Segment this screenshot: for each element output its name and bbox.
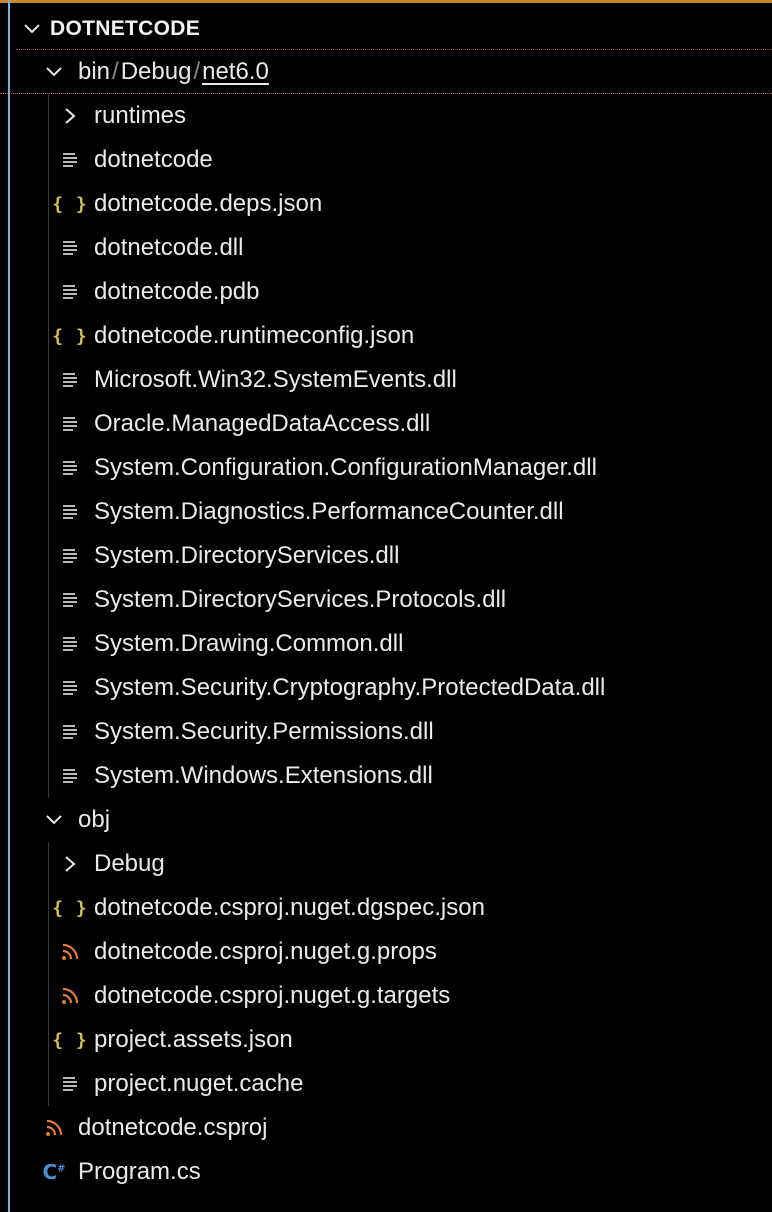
rss-icon: [56, 982, 84, 1010]
file-tree: bin/Debug/net6.0 runtimes dotnetcode{ } do…: [0, 50, 772, 1194]
tree-file[interactable]: System.Configuration.ConfigurationManage…: [0, 446, 772, 490]
file-lines-icon: [56, 410, 84, 438]
tree-item-label: System.Security.Permissions.dll: [94, 718, 434, 745]
explorer-section-header[interactable]: DOTNETCODE: [16, 8, 772, 50]
chevron-down-icon[interactable]: [40, 806, 68, 834]
panel-focus-border: [0, 0, 772, 3]
tree-item-label: System.Drawing.Common.dll: [94, 630, 404, 657]
rss-icon: [40, 1114, 68, 1142]
tree-row-bin-debug-net6[interactable]: bin/Debug/net6.0: [0, 50, 772, 94]
tree-file[interactable]: dotnetcode.csproj: [0, 1106, 772, 1150]
json-braces-icon: { }: [52, 1029, 88, 1051]
tree-item-label: Debug: [94, 850, 165, 877]
tree-row-obj[interactable]: obj: [0, 798, 772, 842]
file-lines-icon: [56, 718, 84, 746]
tree-file[interactable]: dotnetcode.pdb: [0, 270, 772, 314]
tree-file[interactable]: System.Security.Cryptography.ProtectedDa…: [0, 666, 772, 710]
file-lines-icon: [56, 366, 84, 394]
tree-item-label: System.Configuration.ConfigurationManage…: [94, 454, 597, 481]
tree-file[interactable]: { } project.assets.json: [0, 1018, 772, 1062]
bin-items-group: runtimes dotnetcode { } dotnetcode.deps.jso…: [0, 94, 772, 798]
json-braces-icon: { }: [52, 325, 88, 347]
tree-folder[interactable]: runtimes: [0, 94, 772, 138]
file-lines-icon: [56, 278, 84, 306]
tree-item-label: System.Security.Cryptography.ProtectedDa…: [94, 674, 606, 701]
tree-file[interactable]: dotnetcode: [0, 138, 772, 182]
explorer-panel: DOTNETCODE bin/Debug/net6.0 runtimes dotn…: [0, 0, 772, 1212]
tree-file[interactable]: Microsoft.Win32.SystemEvents.dll: [0, 358, 772, 402]
tree-item-label: Oracle.ManagedDataAccess.dll: [94, 410, 431, 437]
obj-items-group: Debug { } dotnetcode.csproj.nuget.dgspec.j…: [0, 842, 772, 1106]
rss-icon: [56, 938, 84, 966]
tree-file[interactable]: { } dotnetcode.runtimeconfig.json: [0, 314, 772, 358]
tree-item-label: project.nuget.cache: [94, 1070, 304, 1097]
tree-file[interactable]: System.Security.Permissions.dll: [0, 710, 772, 754]
tree-file[interactable]: System.Drawing.Common.dll: [0, 622, 772, 666]
json-braces-icon: { }: [52, 897, 88, 919]
breadcrumb-part-debug[interactable]: Debug: [121, 58, 192, 85]
breadcrumb-separator: /: [112, 58, 119, 85]
tree-item-label: dotnetcode: [94, 146, 213, 173]
tree-item-label: System.Windows.Extensions.dll: [94, 762, 433, 789]
tree-file[interactable]: System.DirectoryServices.Protocols.dll: [0, 578, 772, 622]
tree-file[interactable]: dotnetcode.dll: [0, 226, 772, 270]
tree-item-label: System.DirectoryServices.dll: [94, 542, 400, 569]
folder-label-obj: obj: [78, 806, 111, 833]
tree-item-label: System.Diagnostics.PerformanceCounter.dl…: [94, 498, 564, 525]
breadcrumb-separator: /: [193, 58, 201, 85]
tree-file[interactable]: Oracle.ManagedDataAccess.dll: [0, 402, 772, 446]
tree-item-label: project.assets.json: [94, 1026, 293, 1053]
tree-folder[interactable]: Debug: [0, 842, 772, 886]
tree-item-label: Microsoft.Win32.SystemEvents.dll: [94, 366, 457, 393]
tree-item-label: dotnetcode.runtimeconfig.json: [94, 322, 415, 349]
breadcrumb: bin/Debug/net6.0: [78, 50, 269, 94]
section-title: DOTNETCODE: [50, 16, 200, 40]
tree-item-label: dotnetcode.csproj: [78, 1114, 268, 1141]
tree-item-label: dotnetcode.deps.json: [94, 190, 323, 217]
chevron-right-icon[interactable]: [56, 102, 84, 130]
file-lines-icon: [56, 586, 84, 614]
file-lines-icon: [56, 630, 84, 658]
file-lines-icon: [56, 498, 84, 526]
tree-file[interactable]: project.nuget.cache: [0, 1062, 772, 1106]
tree-file[interactable]: dotnetcode.csproj.nuget.g.targets: [0, 974, 772, 1018]
json-braces-icon: { }: [52, 193, 88, 215]
tree-file[interactable]: System.Windows.Extensions.dll: [0, 754, 772, 798]
tree-item-label: dotnetcode.csproj.nuget.g.props: [94, 938, 437, 965]
tree-file[interactable]: dotnetcode.csproj.nuget.g.props: [0, 930, 772, 974]
tree-item-label: dotnetcode.csproj.nuget.g.targets: [94, 982, 451, 1009]
file-lines-icon: [56, 1070, 84, 1098]
file-lines-icon: [56, 146, 84, 174]
tree-file[interactable]: System.Diagnostics.PerformanceCounter.dl…: [0, 490, 772, 534]
tree-item-label: Program.cs: [78, 1158, 201, 1185]
file-lines-icon: [56, 674, 84, 702]
chevron-down-icon[interactable]: [18, 8, 46, 50]
root-files-group: dotnetcode.csproj C# Program.cs: [0, 1106, 772, 1194]
tree-file[interactable]: { } dotnetcode.deps.json: [0, 182, 772, 226]
breadcrumb-part-net6[interactable]: net6.0: [202, 58, 269, 85]
tree-item-label: dotnetcode.csproj.nuget.dgspec.json: [94, 894, 485, 921]
tree-item-label: System.DirectoryServices.Protocols.dll: [94, 586, 507, 613]
chevron-down-icon[interactable]: [40, 58, 68, 86]
tree-item-label: dotnetcode.dll: [94, 234, 244, 261]
tree-file[interactable]: System.DirectoryServices.dll: [0, 534, 772, 578]
breadcrumb-part-bin[interactable]: bin: [78, 58, 110, 85]
file-lines-icon: [56, 454, 84, 482]
file-lines-icon: [56, 542, 84, 570]
tree-item-label: dotnetcode.pdb: [94, 278, 260, 305]
tree-item-label: runtimes: [94, 102, 187, 129]
file-lines-icon: [56, 762, 84, 790]
file-lines-icon: [56, 234, 84, 262]
csharp-icon: C#: [42, 1160, 66, 1184]
tree-file[interactable]: C# Program.cs: [0, 1150, 772, 1194]
tree-file[interactable]: { } dotnetcode.csproj.nuget.dgspec.json: [0, 886, 772, 930]
chevron-right-icon[interactable]: [56, 850, 84, 878]
